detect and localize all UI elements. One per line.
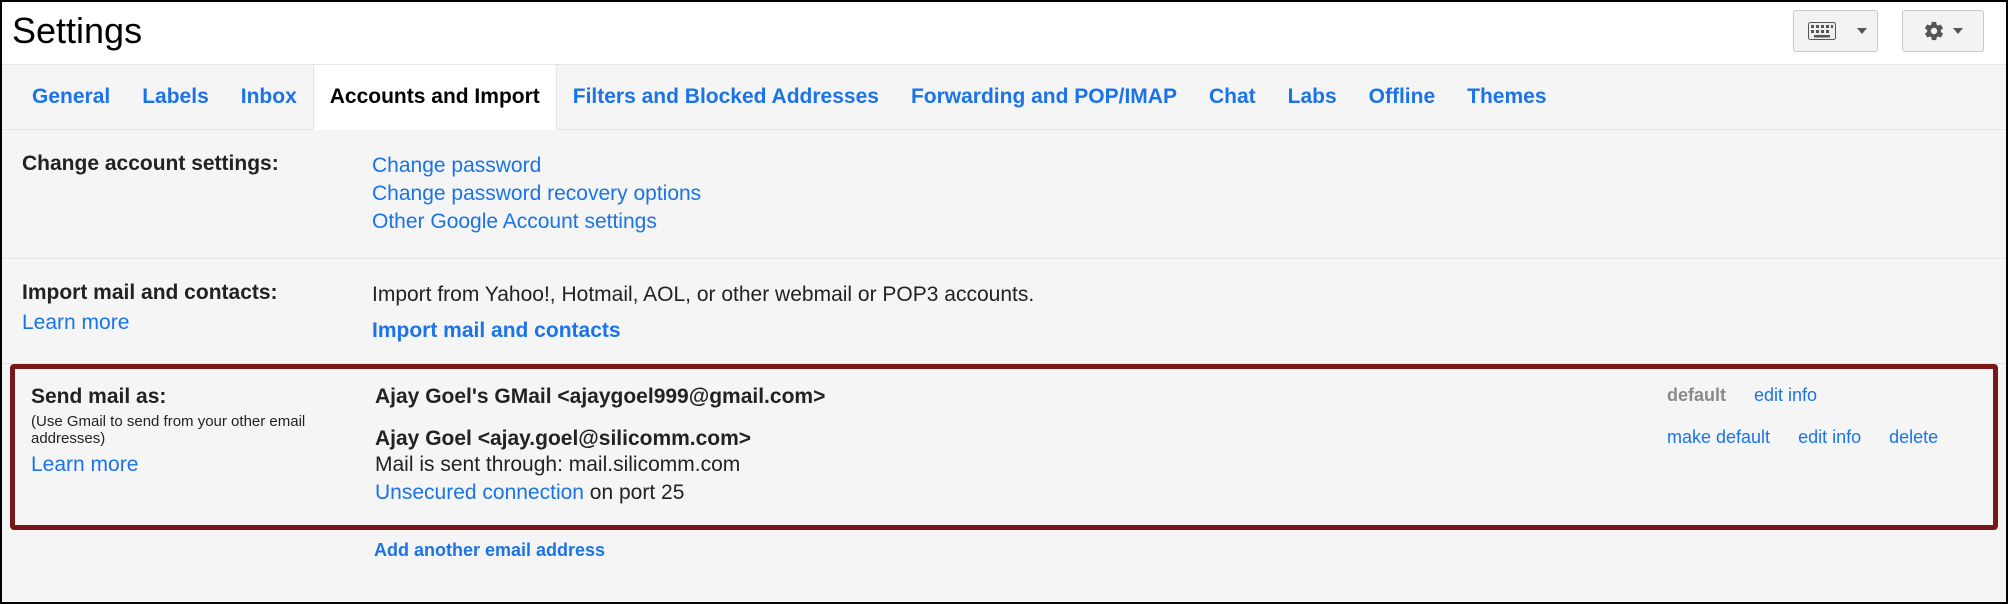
import-description: Import from Yahoo!, Hotmail, AOL, or oth… <box>372 281 1986 309</box>
account-2-name: Ajay Goel <ajay.goel@silicomm.com> <box>375 427 751 450</box>
section-import: Import mail and contacts: Learn more Imp… <box>2 259 2006 363</box>
change-account-label: Change account settings: <box>22 152 372 176</box>
account-1-default-badge: default <box>1667 385 1726 406</box>
toolbar <box>1793 10 1996 52</box>
sma-label: Send mail as: <box>31 385 375 409</box>
tab-chat[interactable]: Chat <box>1193 65 1272 129</box>
import-label: Import mail and contacts: <box>22 281 372 305</box>
send-mail-as-highlight: Send mail as: (Use Gmail to send from yo… <box>10 364 1998 530</box>
tab-forwarding[interactable]: Forwarding and POP/IMAP <box>895 65 1193 129</box>
tab-general[interactable]: General <box>16 65 126 129</box>
tab-inbox[interactable]: Inbox <box>225 65 313 129</box>
header: Settings <box>2 2 2006 52</box>
tab-themes[interactable]: Themes <box>1451 65 1562 129</box>
link-other-settings[interactable]: Other Google Account settings <box>372 210 657 233</box>
settings-gear-button[interactable] <box>1902 10 1984 52</box>
chevron-down-icon <box>1857 28 1867 34</box>
gear-icon <box>1923 20 1945 42</box>
account-2-edit-info[interactable]: edit info <box>1798 427 1861 448</box>
keyboard-button-group <box>1793 10 1878 52</box>
input-tools-dropdown[interactable] <box>1847 10 1878 52</box>
chevron-down-icon <box>1953 28 1963 34</box>
tabs: General Labels Inbox Accounts and Import… <box>2 65 2006 130</box>
link-change-password[interactable]: Change password <box>372 154 541 177</box>
tab-labs[interactable]: Labs <box>1272 65 1353 129</box>
link-import-mail[interactable]: Import mail and contacts <box>372 319 621 342</box>
tab-offline[interactable]: Offline <box>1353 65 1452 129</box>
account-2-make-default[interactable]: make default <box>1667 427 1770 448</box>
account-2-port: on port 25 <box>584 481 684 504</box>
account-2-unsecured-link[interactable]: Unsecured connection <box>375 481 584 504</box>
sma-hint: (Use Gmail to send from your other email… <box>31 413 375 447</box>
page-title: Settings <box>12 10 142 52</box>
tab-filters[interactable]: Filters and Blocked Addresses <box>557 65 895 129</box>
link-add-another-email[interactable]: Add another email address <box>374 540 605 560</box>
account-2-delete[interactable]: delete <box>1889 427 1938 448</box>
sma-add-row: Add another email address <box>2 530 2006 601</box>
tab-labels[interactable]: Labels <box>126 65 225 129</box>
account-1-name: Ajay Goel's GMail <ajaygoel999@gmail.com… <box>375 385 825 408</box>
input-tools-button[interactable] <box>1793 10 1851 52</box>
link-import-learn-more[interactable]: Learn more <box>22 311 129 334</box>
account-2-through: Mail is sent through: mail.silicomm.com <box>375 451 1667 479</box>
tab-accounts-and-import[interactable]: Accounts and Import <box>313 65 557 130</box>
keyboard-icon <box>1808 22 1836 40</box>
section-change-account: Change account settings: Change password… <box>2 130 2006 259</box>
account-1-edit-info[interactable]: edit info <box>1754 385 1817 406</box>
settings-page: Settings General Labels Inbox Accounts a… <box>0 0 2008 604</box>
link-change-recovery[interactable]: Change password recovery options <box>372 182 701 205</box>
settings-body: Change account settings: Change password… <box>2 130 2006 601</box>
link-sma-learn-more[interactable]: Learn more <box>31 453 138 476</box>
